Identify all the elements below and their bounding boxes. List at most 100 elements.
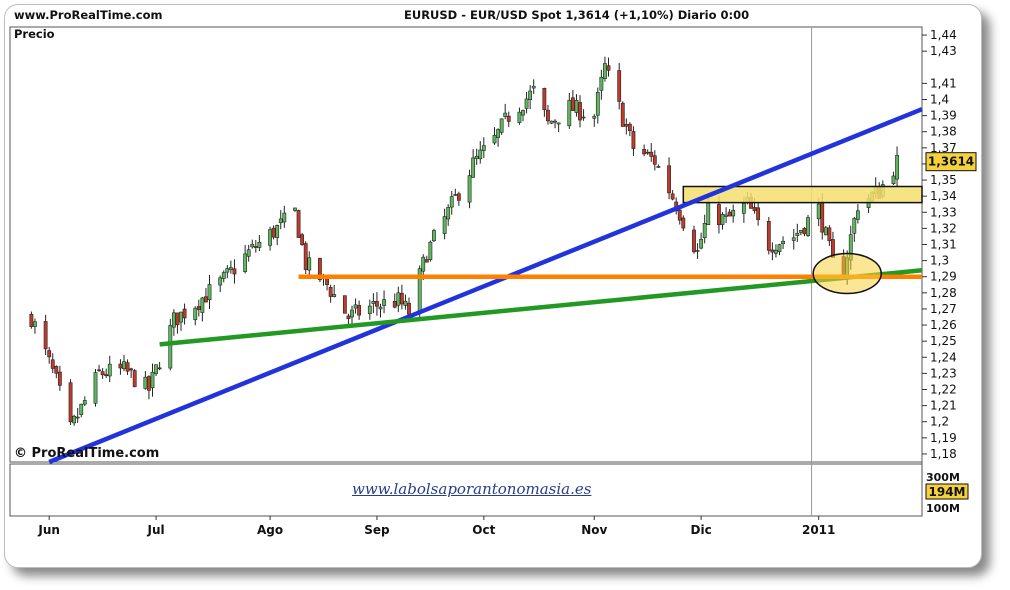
candle [29,311,34,329]
y-tick-label: 1,39 [930,109,957,123]
candle-body [570,97,575,111]
candle-body [82,400,87,405]
y-tick-label: 1,29 [930,270,957,284]
candle-body [627,123,632,131]
candle-body [207,284,212,301]
y-tick-label: 1,38 [930,125,957,139]
candle-body [631,131,636,149]
candle-body [556,122,561,125]
candle-body [382,299,386,306]
volume-current-label: 194M [929,485,966,499]
candle-body [795,232,800,236]
candle-body [553,120,557,123]
x-tick-label: Jul [147,523,165,537]
candle-body [168,325,173,369]
candle-body [47,350,52,358]
candle-body [606,65,611,71]
candle-body [599,76,604,91]
y-tick-label: 1,4 [930,93,949,107]
candle-body [424,259,429,263]
candle-body [774,249,778,254]
candle-body [403,300,408,306]
candle-body [293,207,297,211]
candle-body [100,371,105,376]
candle-body [218,277,223,286]
candle-body [766,221,771,251]
y-tick-label: 1,33 [930,205,957,219]
candle [499,118,504,135]
candle-body [307,257,312,271]
price-panel-label: Precio [14,27,55,41]
x-tick-label: Sep [364,523,390,537]
candle-body [531,85,536,89]
candle-body [118,363,123,369]
candle-body [175,312,180,326]
candle-body [154,364,158,374]
y-tick-label: 1,43 [930,44,957,58]
candle [432,228,436,242]
y-tick-label: 1,24 [930,350,957,364]
candle-body [300,234,305,245]
candle-body [578,102,582,121]
candle-body [852,218,857,234]
x-tick-label: Dic [691,523,712,537]
candle-body [670,193,675,200]
y-tick-label: 1,22 [930,383,957,397]
candle-body [268,229,272,246]
candle [620,101,625,127]
candle-body [43,321,48,350]
candle-body [371,300,376,304]
candle-body [396,292,401,306]
x-tick-label: Ago [257,523,283,537]
last-price-label: 1,3614 [928,155,974,169]
y-tick-label: 1,19 [930,431,957,445]
candle-body [375,301,379,307]
y-tick-label: 1,21 [930,399,957,413]
candle-body [442,216,447,234]
candle-body [332,294,337,297]
candle-body [617,70,622,102]
candle-body [827,227,832,242]
candle-body [132,370,137,387]
candle-body [791,237,796,241]
candle-body [129,368,134,371]
candle-body [528,90,533,100]
candle-body [79,403,84,415]
candle-body [652,155,657,165]
candle-body [467,175,472,203]
candle-body [823,227,828,236]
candle-body [182,308,187,319]
candle [806,214,810,237]
candle-body [649,151,654,157]
candle-body [506,115,511,122]
candle-body [446,207,451,220]
candle-body [624,124,629,127]
x-tick-label: 2011 [802,523,835,537]
website-link[interactable]: www.labolsaporantonomasia.es [352,480,591,498]
y-tick-label: 1,18 [930,447,957,461]
candle-body [592,116,597,119]
candle [132,369,137,388]
y-tick-label: 1,31 [930,238,957,252]
candle-body [456,193,461,201]
candle-body [200,297,205,313]
candle-body [581,116,586,119]
candle-body [546,109,550,122]
y-tick-label: 1,32 [930,221,957,235]
candle-body [574,100,579,113]
candle-body [645,151,650,154]
candle-body [93,372,98,404]
candle-body [50,359,55,369]
candle-body [399,292,404,305]
candle-body [731,210,736,217]
candle-body [72,415,77,424]
y-tick-label: 1,27 [930,302,957,316]
candle-body [196,306,201,310]
candle-body [492,135,497,144]
candle-body [802,227,807,235]
highlight-circle [812,252,882,295]
candle-body [346,315,351,319]
candle-body [193,307,198,321]
candle-body [378,306,383,310]
candle-body [257,242,262,248]
